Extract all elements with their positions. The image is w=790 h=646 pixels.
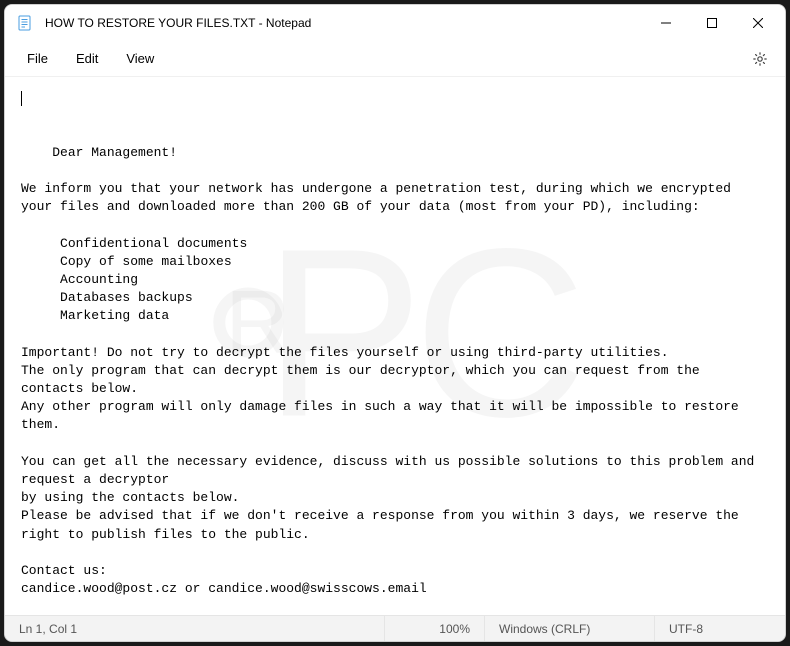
- menubar: File Edit View: [5, 41, 785, 77]
- minimize-button[interactable]: [643, 7, 689, 39]
- status-position: Ln 1, Col 1: [5, 616, 385, 641]
- notepad-window: HOW TO RESTORE YOUR FILES.TXT - Notepad …: [4, 4, 786, 642]
- status-zoom[interactable]: 100%: [385, 616, 485, 641]
- watermark: RPC: [213, 165, 576, 501]
- text-editor[interactable]: RPC Dear Management! We inform you that …: [5, 77, 785, 615]
- status-encoding: UTF-8: [655, 616, 785, 641]
- close-button[interactable]: [735, 7, 781, 39]
- notepad-icon: [17, 15, 33, 31]
- document-text: Dear Management! We inform you that your…: [21, 145, 762, 615]
- menu-file[interactable]: File: [13, 45, 62, 72]
- close-icon: [753, 18, 763, 28]
- settings-button[interactable]: [743, 44, 777, 74]
- titlebar: HOW TO RESTORE YOUR FILES.TXT - Notepad: [5, 5, 785, 41]
- maximize-button[interactable]: [689, 7, 735, 39]
- window-title: HOW TO RESTORE YOUR FILES.TXT - Notepad: [45, 16, 643, 30]
- minimize-icon: [661, 18, 671, 28]
- statusbar: Ln 1, Col 1 100% Windows (CRLF) UTF-8: [5, 615, 785, 641]
- window-controls: [643, 7, 781, 39]
- menu-edit[interactable]: Edit: [62, 45, 112, 72]
- text-caret: [21, 91, 22, 106]
- maximize-icon: [707, 18, 717, 28]
- gear-icon: [752, 51, 768, 67]
- status-line-ending: Windows (CRLF): [485, 616, 655, 641]
- menu-view[interactable]: View: [112, 45, 168, 72]
